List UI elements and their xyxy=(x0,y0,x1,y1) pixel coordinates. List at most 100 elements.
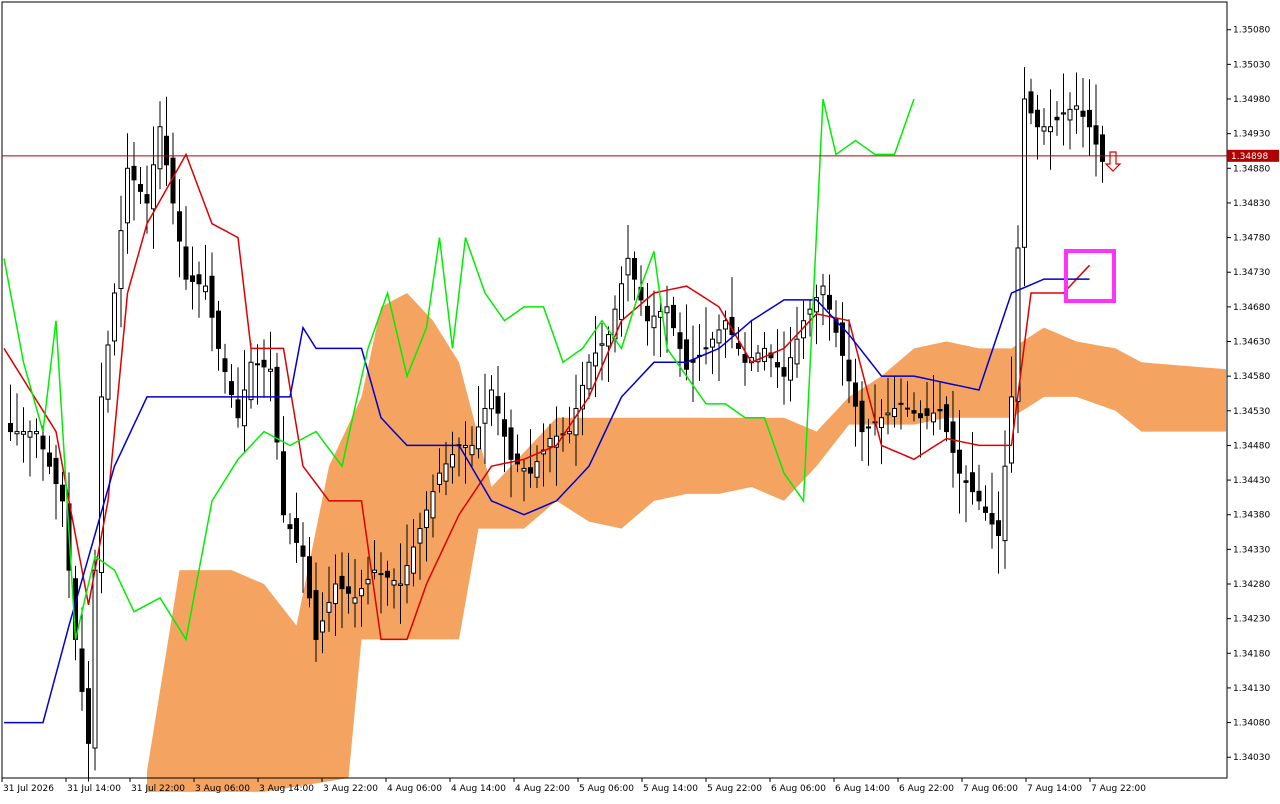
kumo-segment xyxy=(842,396,849,433)
candle-body xyxy=(677,332,683,349)
candle-body xyxy=(307,556,312,599)
kumo-segment xyxy=(836,403,843,442)
kumo-segment xyxy=(400,293,407,640)
kumo-segment xyxy=(1115,348,1122,416)
kumo-segment xyxy=(1213,368,1220,432)
kumo-segment xyxy=(1219,368,1226,432)
candle xyxy=(710,331,715,375)
candle-body xyxy=(957,449,962,474)
candle-body xyxy=(430,491,436,519)
candle-body xyxy=(216,310,221,349)
candle xyxy=(957,410,962,514)
candle-body xyxy=(92,569,98,749)
candle-body xyxy=(528,467,533,474)
kumo-segment xyxy=(173,570,180,792)
y-tick-label: 1.34080 xyxy=(1233,719,1270,729)
candle xyxy=(53,444,59,520)
candle-body xyxy=(703,347,709,350)
candle xyxy=(703,307,709,365)
candle-body xyxy=(671,304,676,329)
candle xyxy=(138,166,143,205)
candle-body xyxy=(1061,112,1066,115)
y-tick-label: 1.34130 xyxy=(1233,684,1270,694)
candle-body xyxy=(242,389,247,427)
kumo-segment xyxy=(452,351,459,640)
kumo-segment xyxy=(1102,346,1109,409)
candle-body xyxy=(469,444,475,456)
candle-body xyxy=(1100,134,1105,162)
candle-body xyxy=(274,366,280,443)
kumo-segment xyxy=(699,417,706,494)
kumo-segment xyxy=(439,331,446,640)
candle xyxy=(684,304,689,381)
candle-body xyxy=(885,412,891,416)
x-tick-label: 5 Aug 14:00 xyxy=(643,784,698,794)
candle-body xyxy=(866,426,871,429)
kumo-segment xyxy=(972,347,979,418)
candle xyxy=(651,290,657,356)
kumo-segment xyxy=(1148,362,1155,432)
y-tick-label: 1.35030 xyxy=(1233,60,1270,70)
candle xyxy=(768,344,774,378)
kumo-segment xyxy=(816,424,823,467)
candle-body xyxy=(183,246,189,280)
kumo-segment xyxy=(1076,341,1083,400)
kumo-segment xyxy=(335,438,342,781)
candle-body xyxy=(827,294,832,310)
candle-body xyxy=(34,431,39,435)
candle-body xyxy=(937,409,943,412)
candle xyxy=(1035,94,1040,160)
candle-body xyxy=(898,402,904,405)
candle-body xyxy=(281,451,286,516)
kumo-segment xyxy=(738,417,745,490)
y-tick-label: 1.34930 xyxy=(1233,130,1270,140)
kumo-segment xyxy=(693,417,700,494)
kumo-segment xyxy=(881,370,888,425)
candle-body xyxy=(131,165,137,181)
candle-body xyxy=(222,358,228,373)
candle-body xyxy=(196,274,202,285)
candle-body xyxy=(684,339,689,370)
kumo-segment xyxy=(160,650,167,792)
kumo-segment xyxy=(147,730,154,792)
candle-body xyxy=(112,292,117,342)
kumo-segment xyxy=(511,459,518,529)
candle xyxy=(619,266,624,337)
candle xyxy=(599,323,605,381)
x-tick-label: 3 Aug 06:00 xyxy=(195,784,250,794)
kumo-segment xyxy=(732,417,739,492)
candle xyxy=(697,324,702,382)
kumo-segment xyxy=(374,306,381,640)
candle xyxy=(40,425,46,481)
candle-body xyxy=(105,344,111,400)
kumo-segment xyxy=(1050,330,1057,397)
y-tick-label: 1.34380 xyxy=(1233,511,1270,521)
y-tick-label: 1.35080 xyxy=(1233,26,1270,36)
candle xyxy=(1093,84,1099,177)
kumo-segment xyxy=(459,362,466,640)
x-tick-label: 6 Aug 22:00 xyxy=(899,784,954,794)
kumo-segment xyxy=(1037,327,1044,402)
candle xyxy=(1048,89,1053,170)
candle xyxy=(489,375,494,426)
candle xyxy=(853,358,858,447)
y-tick-label: 1.34430 xyxy=(1233,476,1270,486)
candle-body xyxy=(489,389,494,410)
y-tick-label: 1.34480 xyxy=(1233,441,1270,451)
kumo-segment xyxy=(654,417,661,501)
candle-body xyxy=(47,452,52,467)
y-tick-label: 1.34630 xyxy=(1233,338,1270,348)
candle xyxy=(1041,108,1047,145)
candle-body xyxy=(996,520,1001,536)
candle xyxy=(255,344,260,405)
kumo-segment xyxy=(153,690,160,792)
candle xyxy=(8,384,13,441)
candle xyxy=(183,206,189,290)
chart-area[interactable]: 1.35080 1.35030 1.34980 1.34930 1.34880 1.348… xyxy=(0,0,1280,800)
candle xyxy=(222,343,228,394)
kumo-segment xyxy=(647,417,654,507)
kumo-segment xyxy=(1161,363,1168,432)
candle-body xyxy=(391,580,397,586)
y-tick-label: 1.34030 xyxy=(1233,753,1270,763)
candle xyxy=(177,179,182,278)
